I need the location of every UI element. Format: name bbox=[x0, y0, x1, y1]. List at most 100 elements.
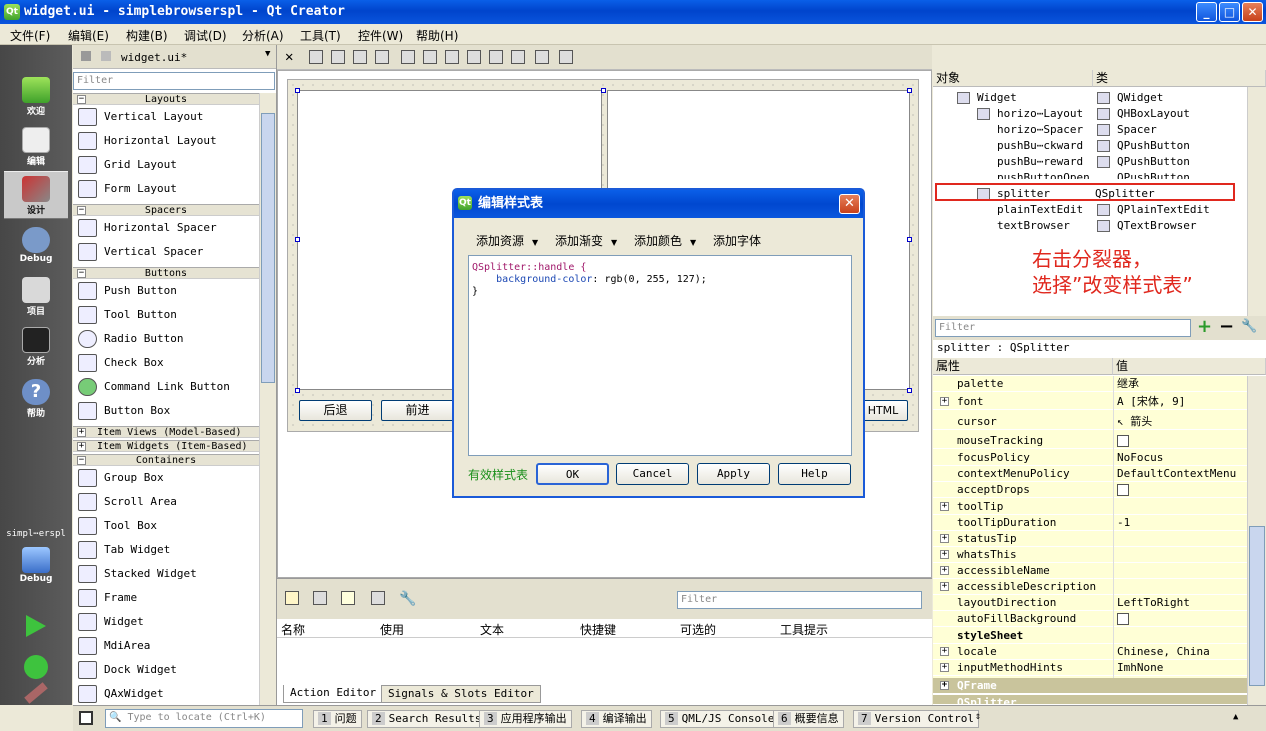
add-color-menu[interactable]: 添加颜色 ▼ bbox=[634, 232, 696, 249]
column-class[interactable]: 类 bbox=[1093, 70, 1266, 87]
column-object[interactable]: 对象 bbox=[933, 70, 1093, 87]
build-hammer-icon[interactable] bbox=[24, 682, 48, 704]
add-gradient-menu[interactable]: 添加渐变 ▼ bbox=[555, 232, 617, 249]
selection-handle[interactable] bbox=[295, 237, 300, 242]
help-button[interactable]: Help bbox=[778, 463, 851, 485]
widget-horizontal-layout[interactable]: Horizontal Layout bbox=[76, 130, 260, 152]
selection-handle[interactable] bbox=[907, 388, 912, 393]
widget-radio-button[interactable]: Radio Button bbox=[76, 328, 260, 350]
layout-horizontal-icon[interactable] bbox=[401, 50, 415, 64]
property-font[interactable]: + font A [宋体, 9] bbox=[933, 394, 1247, 410]
object-inspector-scrollbar[interactable] bbox=[1247, 87, 1266, 316]
edit-tab-order-icon[interactable] bbox=[375, 50, 389, 64]
widget-check-box[interactable]: Check Box bbox=[76, 352, 260, 374]
widget-grid-layout[interactable]: Grid Layout bbox=[76, 154, 260, 176]
widget-dock-widget[interactable]: Dock Widget bbox=[76, 659, 260, 681]
widget-filter-input[interactable]: Filter bbox=[73, 72, 275, 90]
add-resource-menu[interactable]: 添加资源 ▼ bbox=[476, 232, 538, 249]
widget-scroll-area[interactable]: Scroll Area bbox=[76, 491, 260, 513]
edit-buddies-icon[interactable] bbox=[353, 50, 367, 64]
pane-compile-output[interactable]: 4 编译输出 bbox=[581, 710, 652, 728]
widget-vertical-layout[interactable]: Vertical Layout bbox=[76, 106, 260, 128]
menu-file[interactable]: 文件(F) bbox=[10, 27, 50, 44]
add-property-icon[interactable]: + bbox=[1197, 316, 1212, 337]
new-action-icon[interactable] bbox=[285, 591, 299, 605]
property-whatsthis[interactable]: + whatsThis bbox=[933, 547, 1247, 563]
widget-qaxwidget[interactable]: QAxWidget bbox=[76, 683, 260, 705]
property-filter-input[interactable]: Filter bbox=[935, 319, 1191, 337]
mode-edit[interactable]: 编辑 bbox=[4, 123, 68, 171]
mode-design[interactable]: 设计 bbox=[4, 171, 68, 219]
checkbox[interactable] bbox=[1117, 484, 1129, 496]
remove-property-icon[interactable]: − bbox=[1219, 316, 1234, 337]
pane-qml-console[interactable]: 5 QML/JS Console bbox=[660, 710, 780, 728]
configure-wrench-icon[interactable]: 🔧 bbox=[1241, 319, 1257, 334]
widget-button-box[interactable]: Button Box bbox=[76, 400, 260, 422]
column-text[interactable]: 文本 bbox=[480, 621, 504, 638]
widget-group-box[interactable]: Group Box bbox=[76, 467, 260, 489]
selection-handle[interactable] bbox=[907, 88, 912, 93]
property-statustip[interactable]: + statusTip bbox=[933, 531, 1247, 547]
mode-analyze[interactable]: 分析 bbox=[4, 323, 68, 371]
widget-tab-widget[interactable]: Tab Widget bbox=[76, 539, 260, 561]
widget-tool-box[interactable]: Tool Box bbox=[76, 515, 260, 537]
configure-wrench-icon[interactable]: 🔧 bbox=[399, 591, 416, 607]
selection-handle[interactable] bbox=[907, 237, 912, 242]
category-item-views[interactable]: + Item Views (Model-Based) bbox=[73, 426, 259, 438]
column-checkable[interactable]: 可选的 bbox=[680, 621, 716, 638]
group-qsplitter[interactable]: QSplitter bbox=[933, 695, 1247, 705]
edit-signals-icon[interactable] bbox=[331, 50, 345, 64]
column-used[interactable]: 使用 bbox=[380, 621, 404, 638]
mode-projects[interactable]: 项目 bbox=[4, 273, 68, 321]
widget-command-link-button[interactable]: Command Link Button bbox=[76, 376, 260, 398]
tree-row-button-open[interactable]: pushButtonOpen QPushButton bbox=[933, 170, 1247, 179]
property-inputmethodhints[interactable]: + inputMethodHints ImhNone bbox=[933, 660, 1247, 676]
pane-issues[interactable]: 1 问题 bbox=[313, 710, 362, 728]
tree-row-textbrowser[interactable]: textBrowser QTextBrowser bbox=[933, 218, 1247, 234]
tree-row-button-back[interactable]: pushBu⋯ckward QPushButton bbox=[933, 138, 1247, 154]
tree-row-widget[interactable]: Widget QWidget bbox=[933, 90, 1247, 106]
property-tooltip[interactable]: + toolTip bbox=[933, 499, 1247, 515]
widget-stacked-widget[interactable]: Stacked Widget bbox=[76, 563, 260, 585]
checkbox[interactable] bbox=[1117, 613, 1129, 625]
adjust-size-icon[interactable] bbox=[559, 50, 573, 64]
target-selector[interactable]: Debug bbox=[4, 543, 68, 591]
layout-splitter-v-icon[interactable] bbox=[467, 50, 481, 64]
delete-action-icon[interactable] bbox=[371, 591, 385, 605]
debug-run-icon[interactable] bbox=[24, 655, 48, 679]
property-focuspolicy[interactable]: focusPolicy NoFocus bbox=[933, 450, 1247, 466]
widget-box-scrollbar[interactable] bbox=[259, 93, 276, 705]
widget-mdi-area[interactable]: MdiArea bbox=[76, 635, 260, 657]
pane-version-control[interactable]: 7 Version Control bbox=[853, 710, 979, 728]
close-document-icon[interactable]: ✕ bbox=[285, 49, 293, 65]
pane-general-messages[interactable]: 6 概要信息 bbox=[773, 710, 844, 728]
column-shortcut[interactable]: 快捷键 bbox=[580, 621, 616, 638]
apply-button[interactable]: Apply bbox=[697, 463, 770, 485]
group-qframe[interactable]: + QFrame bbox=[933, 678, 1247, 694]
tree-row-plaintextedit[interactable]: plainTextEdit QPlainTextEdit bbox=[933, 202, 1247, 218]
menu-edit[interactable]: 编辑(E) bbox=[68, 27, 109, 44]
property-autofillbackground[interactable]: autoFillBackground bbox=[933, 611, 1247, 627]
widget-horizontal-spacer[interactable]: Horizontal Spacer bbox=[76, 217, 260, 239]
property-contextmenupolicy[interactable]: contextMenuPolicy DefaultContextMenu bbox=[933, 466, 1247, 482]
tree-row-layout[interactable]: horizo⋯Layout QHBoxLayout bbox=[933, 106, 1247, 122]
edit-widgets-icon[interactable] bbox=[309, 50, 323, 64]
property-accessibledescription[interactable]: + accessibleDescription bbox=[933, 579, 1247, 595]
widget-push-button[interactable]: Push Button bbox=[76, 280, 260, 302]
widget-vertical-spacer[interactable]: Vertical Spacer bbox=[76, 241, 260, 263]
property-accessiblename[interactable]: + accessibleName bbox=[933, 563, 1247, 579]
locator-input[interactable]: 🔍 Type to locate (Ctrl+K) bbox=[105, 709, 303, 728]
widget-form-layout[interactable]: Form Layout bbox=[76, 178, 260, 200]
property-editor-scrollbar[interactable] bbox=[1247, 376, 1266, 705]
property-cursor[interactable]: cursor ↖ 箭头 bbox=[933, 414, 1247, 430]
pane-search-results[interactable]: 2 Search Results bbox=[367, 710, 487, 728]
scrollbar-thumb[interactable] bbox=[261, 113, 275, 383]
file-dropdown-arrow-icon[interactable]: ▼ bbox=[265, 49, 270, 59]
property-mousetracking[interactable]: mouseTracking bbox=[933, 433, 1247, 449]
category-buttons[interactable]: − Buttons bbox=[73, 267, 259, 279]
property-palette[interactable]: palette 继承 bbox=[933, 376, 1247, 392]
tree-row-button-forward[interactable]: pushBu⋯reward QPushButton bbox=[933, 154, 1247, 170]
property-layoutdirection[interactable]: layoutDirection LeftToRight bbox=[933, 595, 1247, 611]
menu-debug[interactable]: 调试(D) bbox=[184, 27, 227, 44]
category-containers[interactable]: − Containers bbox=[73, 454, 259, 466]
